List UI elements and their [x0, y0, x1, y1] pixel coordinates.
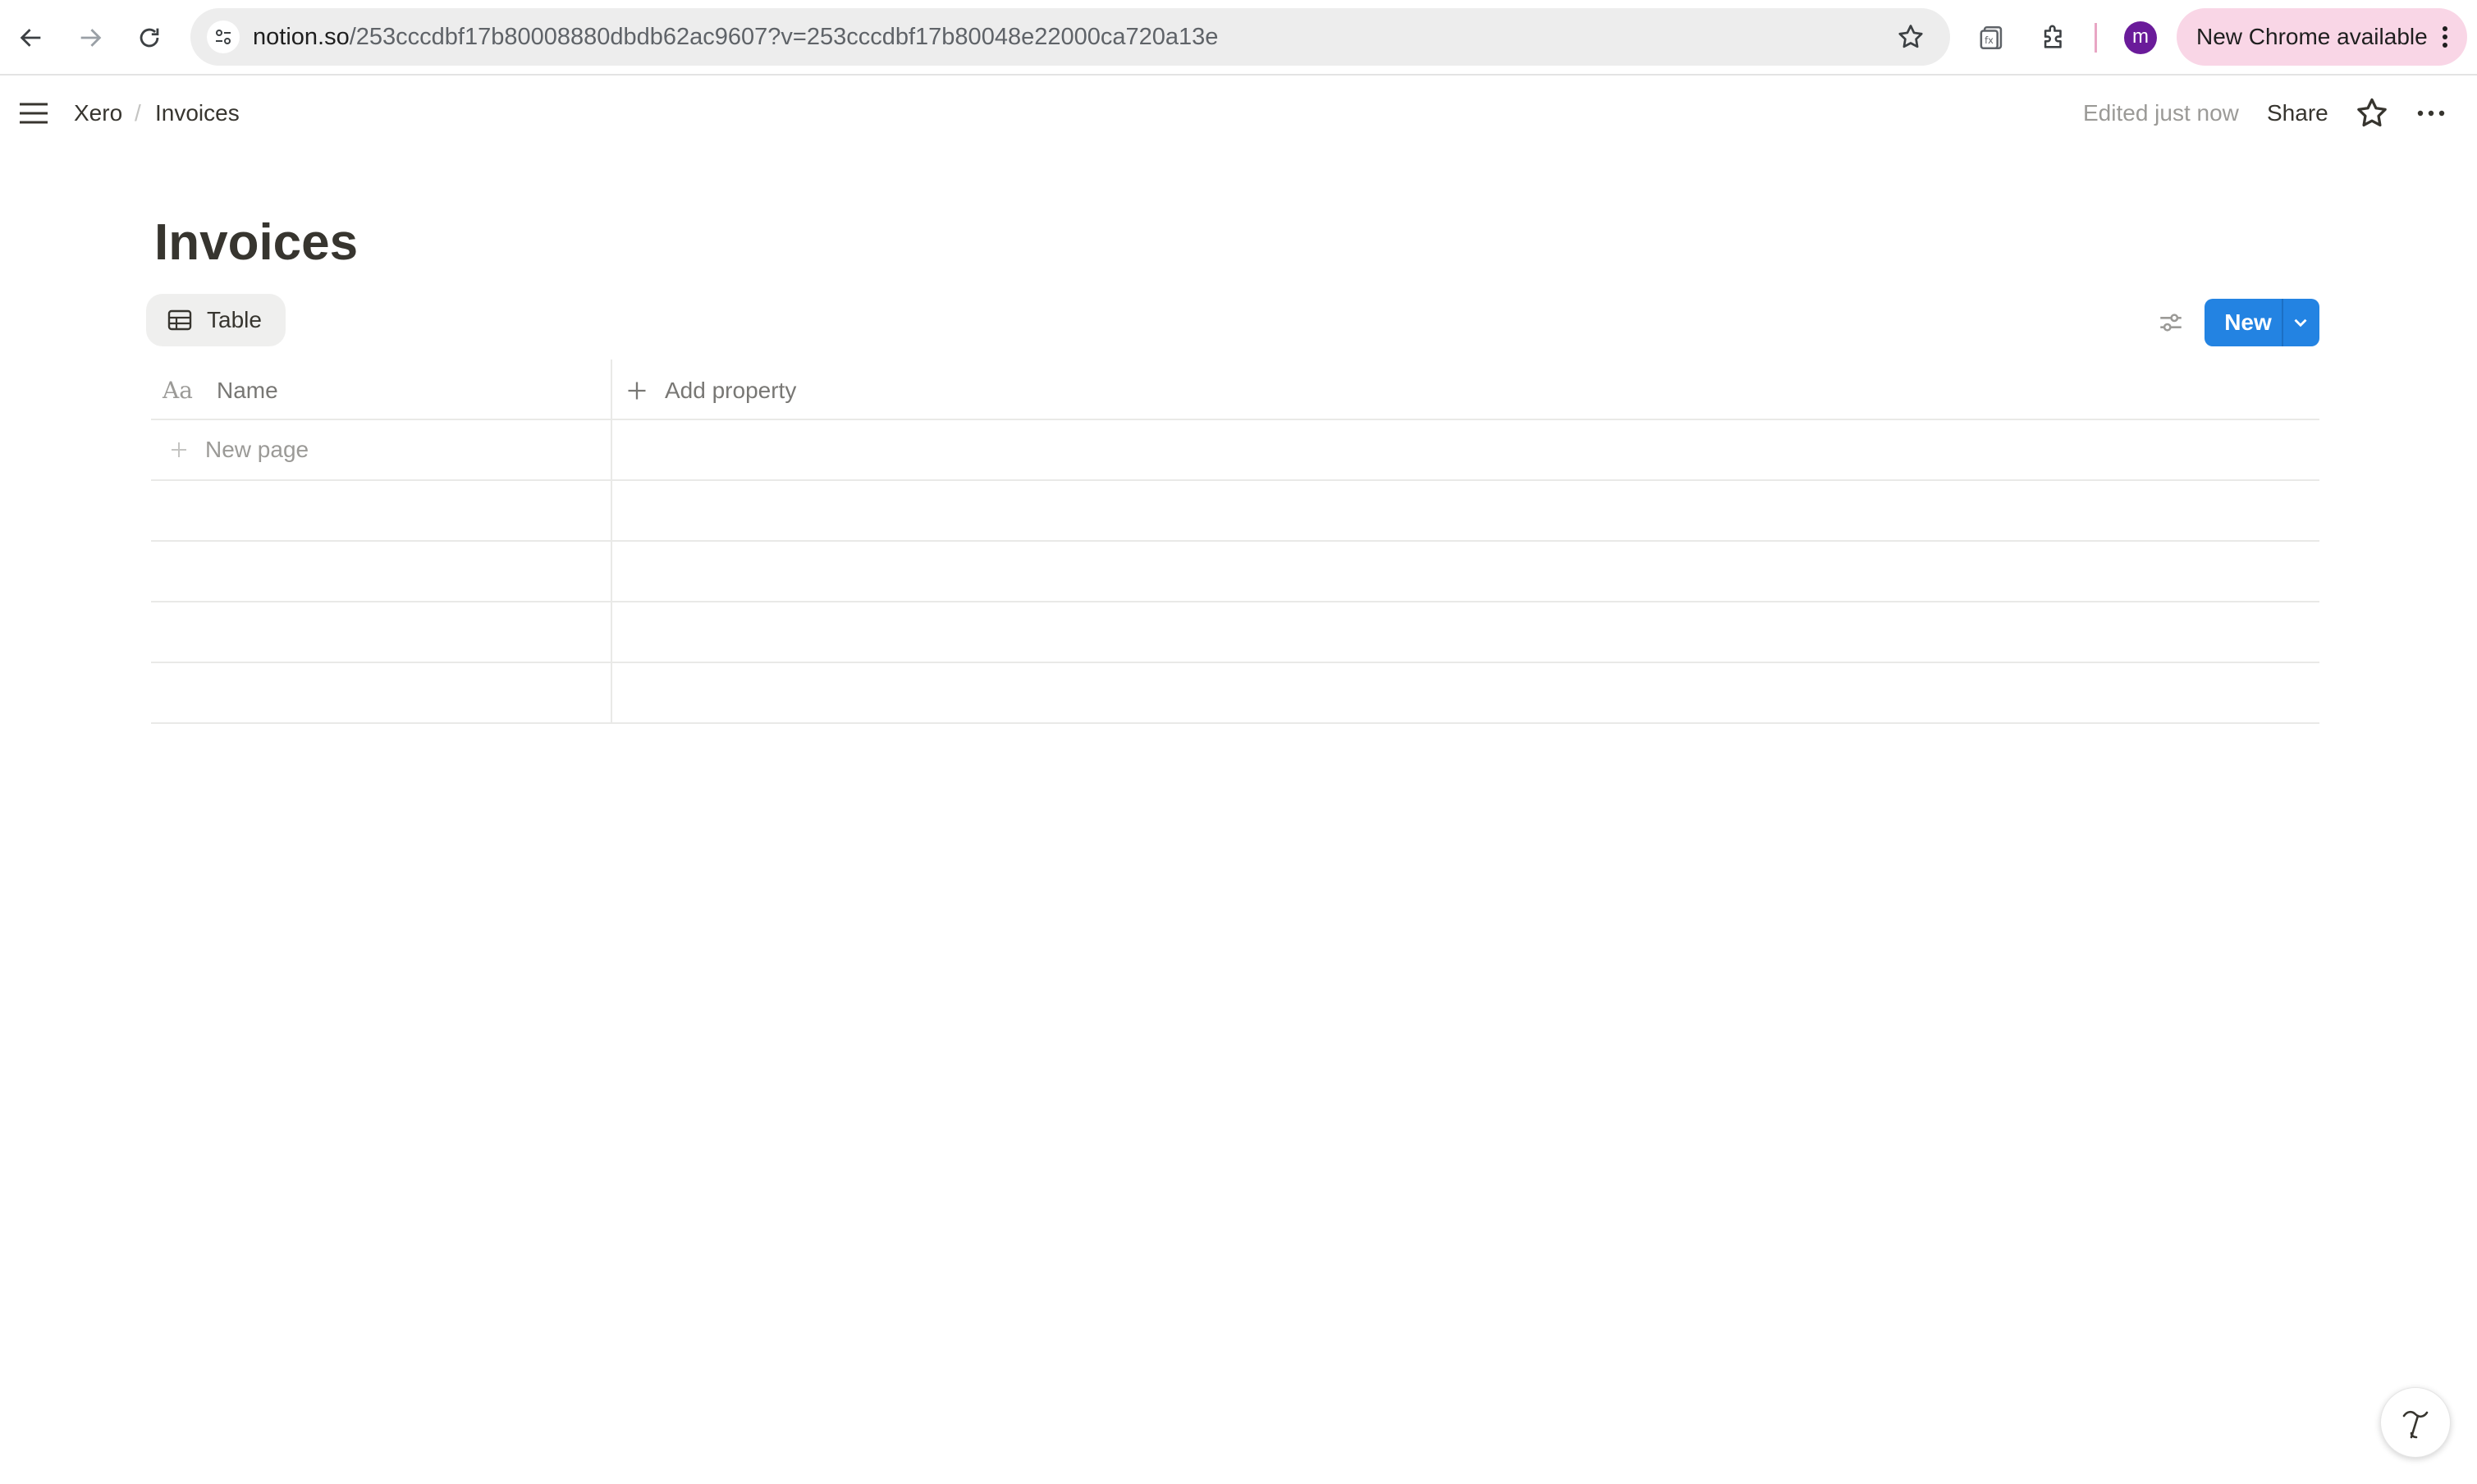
back-button[interactable]: [11, 18, 51, 57]
puzzle-icon: [2044, 25, 2062, 48]
arrow-right-icon: [80, 29, 102, 47]
url-path: /253cccdbf17b80008880dbdb62ac9607?v=253c…: [349, 24, 1219, 50]
sliders-icon[interactable]: [2157, 309, 2185, 337]
breadcrumb-separator: /: [135, 100, 141, 126]
toolbar-divider: [2095, 23, 2097, 53]
table-icon: [167, 309, 192, 331]
formula-extension-button[interactable]: fx: [1975, 20, 2011, 56]
chrome-update-button[interactable]: New Chrome available: [2177, 8, 2467, 66]
kebab-menu-icon: [2443, 26, 2447, 48]
new-button-label: New: [2224, 309, 2272, 335]
share-button[interactable]: Share: [2267, 97, 2328, 130]
ellipsis-icon[interactable]: [2413, 95, 2449, 131]
forward-button[interactable]: [71, 18, 110, 57]
address-bar[interactable]: notion.so/253cccdbf17b80008880dbdb62ac96…: [190, 8, 1950, 66]
plus-icon: [172, 442, 186, 457]
chrome-update-label: New Chrome available: [2196, 24, 2428, 49]
reload-button[interactable]: [130, 18, 169, 57]
reload-icon: [140, 28, 159, 48]
header-row-border: [151, 419, 2319, 420]
arrow-left-icon: [20, 29, 41, 47]
column-divider: [611, 360, 612, 724]
page-title[interactable]: Invoices: [154, 210, 358, 276]
star-outline-icon[interactable]: [1896, 22, 1925, 52]
view-tab-label: Table: [207, 307, 262, 332]
help-squiggle-icon: [2402, 1410, 2429, 1439]
profile-avatar[interactable]: m: [2124, 21, 2157, 54]
row-border: [151, 722, 2319, 724]
url-text[interactable]: notion.so/253cccdbf17b80008880dbdb62ac96…: [253, 8, 1218, 66]
hamburger-icon[interactable]: [16, 97, 51, 130]
edited-status: Edited just now: [2083, 100, 2239, 126]
view-tab-table[interactable]: Table: [146, 294, 286, 346]
database-table: Aa Name Add property New page: [151, 360, 2319, 724]
plus-icon: [628, 382, 646, 400]
page-topbar: Xero / Invoices Edited just now Share: [0, 76, 2477, 151]
row-border: [151, 540, 2319, 542]
text-property-icon: Aa: [163, 377, 193, 404]
row-border: [151, 479, 2319, 481]
chevron-down-icon[interactable]: [2290, 312, 2311, 333]
add-property-label: Add property: [665, 378, 797, 403]
url-host: notion.so: [253, 24, 350, 50]
browser-toolbar: notion.so/253cccdbf17b80008880dbdb62ac96…: [0, 0, 2477, 76]
new-button-divider: [2282, 299, 2283, 346]
svg-text:fx: fx: [1985, 34, 1994, 46]
site-info-button[interactable]: [207, 21, 240, 53]
row-border: [151, 662, 2319, 663]
column-header-label: Name: [217, 378, 278, 403]
formula-extension-icon: fx: [1980, 25, 2003, 50]
new-button[interactable]: New: [2205, 299, 2319, 346]
tune-icon: [216, 30, 231, 44]
favorite-star-icon[interactable]: [2354, 95, 2390, 131]
new-page-label: New page: [205, 437, 309, 462]
row-border: [151, 601, 2319, 602]
help-button[interactable]: [2380, 1387, 2451, 1458]
breadcrumb-workspace[interactable]: Xero: [74, 97, 122, 130]
extensions-button[interactable]: [2035, 20, 2072, 56]
breadcrumb-current-page[interactable]: Invoices: [155, 97, 240, 130]
